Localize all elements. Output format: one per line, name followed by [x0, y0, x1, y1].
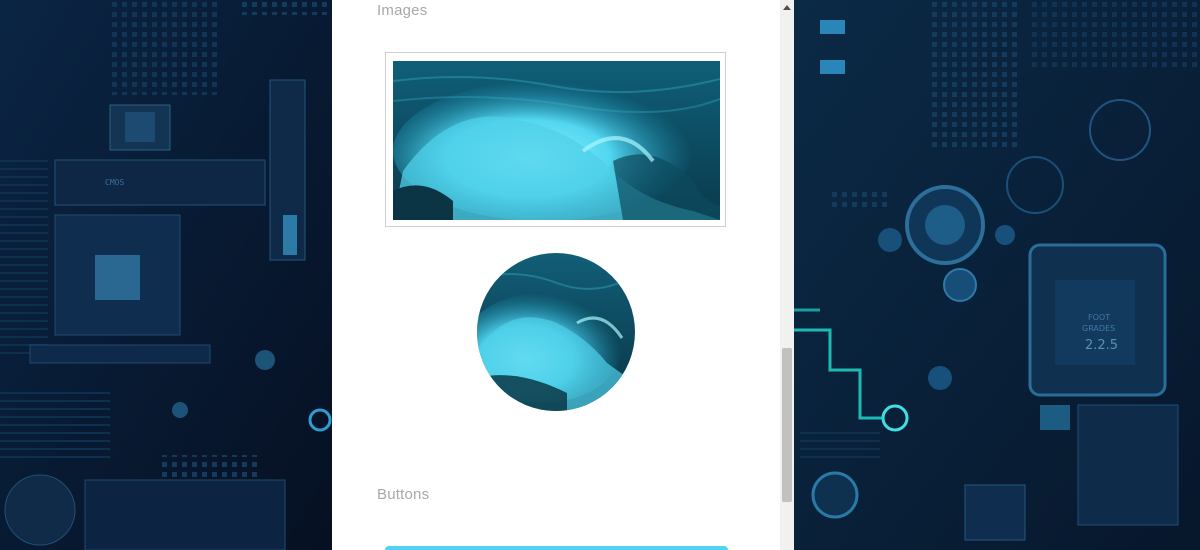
primary-button[interactable]: [385, 546, 728, 550]
chip-label-grades: GRADES: [1082, 324, 1115, 333]
image-thumbnail-frame: [385, 52, 726, 227]
ocean-wave-thumbnail: [393, 61, 720, 220]
section-title-buttons: Buttons: [377, 486, 430, 503]
scroll-up-button[interactable]: [780, 0, 794, 14]
chip-label: CMOS: [105, 178, 124, 187]
content-panel: Images Buttons: [332, 0, 794, 550]
section-title-images: Images: [377, 2, 428, 19]
arrow-up-icon: [783, 4, 791, 10]
chip-version: 2.2.5: [1085, 338, 1118, 353]
scrollbar-thumb[interactable]: [782, 348, 792, 502]
ocean-wave-circle: [477, 253, 635, 411]
chip-label-foot: FOOT: [1088, 313, 1110, 322]
vertical-scrollbar[interactable]: [780, 0, 794, 550]
